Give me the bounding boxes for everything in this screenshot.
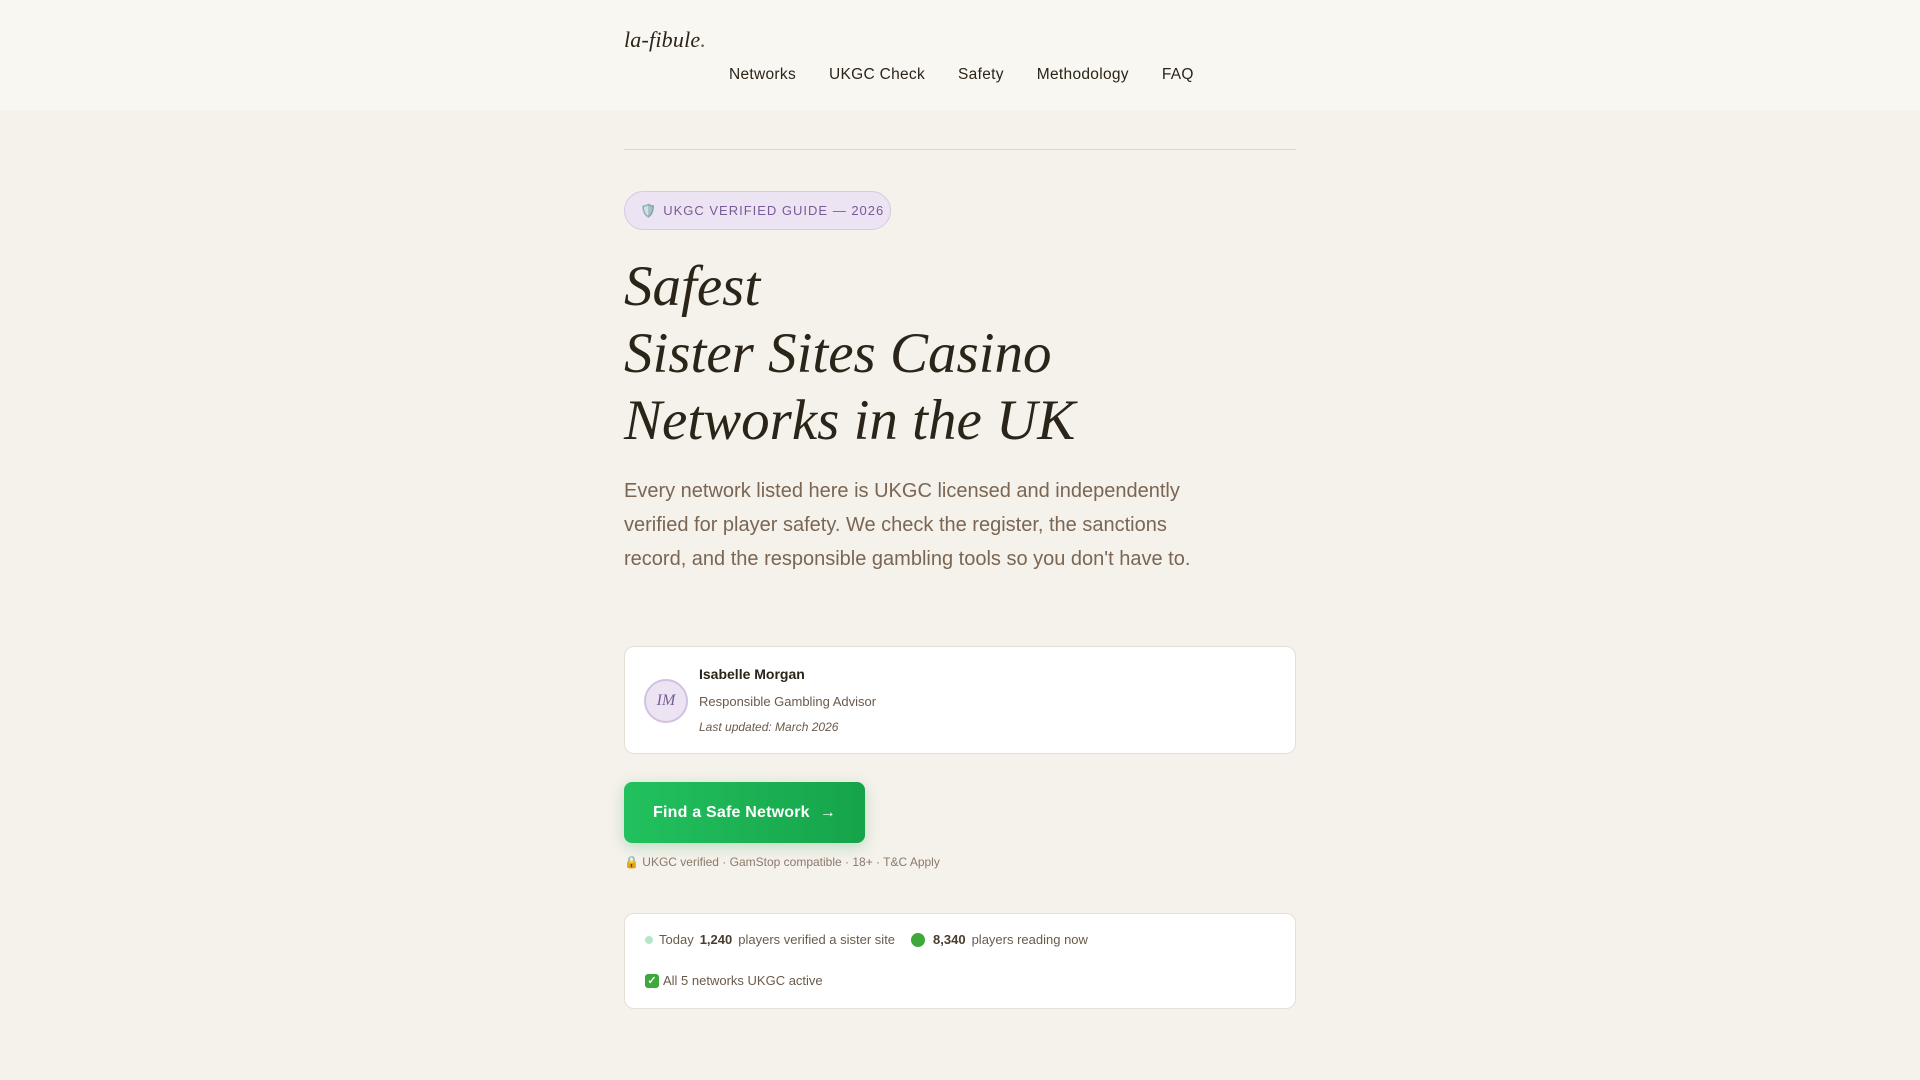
nav-link-safety[interactable]: Safety <box>958 66 1004 84</box>
verified-text: players verified a sister site <box>738 932 896 947</box>
site-header: la-fibule. Networks UKGC Check Safety Me… <box>0 0 1920 110</box>
find-safe-network-button[interactable]: Find a Safe Network → <box>624 782 865 843</box>
hero-lead-paragraph: Every network listed here is UKGC licens… <box>624 480 1191 570</box>
author-card: IM Isabelle Morgan Responsible Gambling … <box>624 646 1296 754</box>
main-nav: Networks UKGC Check Safety Methodology F… <box>729 66 1227 84</box>
author-role: Responsible Gambling Advisor <box>699 694 877 709</box>
pulse-dot-icon <box>645 935 653 944</box>
green-circle-icon <box>911 932 926 947</box>
nav-link-methodology[interactable]: Methodology <box>1037 66 1129 84</box>
stats-row-activity: Today 1,240 players verified a sister si… <box>645 932 1088 947</box>
nav-link-networks[interactable]: Networks <box>729 66 796 84</box>
cta-disclaimer: 🔒 UKGC verified · GamStop compatible · 1… <box>624 855 940 869</box>
badge-label: UKGC VERIFIED GUIDE — 2026 <box>663 203 885 218</box>
logo-dot: . <box>700 27 707 52</box>
last-updated: Last updated: March 2026 <box>699 720 839 734</box>
reading-text: players reading now <box>971 932 1088 947</box>
networks-status: All 5 networks UKGC active <box>663 973 823 988</box>
today-label: Today <box>659 932 694 947</box>
title-line-3: Networks in the UK <box>624 389 1076 452</box>
arrow-right-icon: → <box>819 803 836 821</box>
verified-count: 1,240 <box>699 932 733 947</box>
site-logo[interactable]: la-fibule. <box>624 27 706 53</box>
shield-icon: 🛡️ <box>640 202 658 218</box>
nav-link-faq[interactable]: FAQ <box>1162 66 1194 84</box>
cta-label: Find a Safe Network <box>653 803 810 821</box>
title-line-1: Safest <box>624 255 761 318</box>
title-line-2: Sister Sites Casino <box>624 322 1052 385</box>
check-mark-icon: ✓ <box>645 973 659 988</box>
verified-guide-badge: 🛡️ UKGC VERIFIED GUIDE — 2026 <box>624 191 891 230</box>
avatar: IM <box>644 679 688 723</box>
nav-link-ukgc-check[interactable]: UKGC Check <box>829 66 925 84</box>
author-name: Isabelle Morgan <box>699 666 805 682</box>
page-title: Safest Sister Sites Casino Networks in t… <box>624 253 1075 454</box>
stats-row-networks: ✓ All 5 networks UKGC active <box>645 973 823 988</box>
live-stats-card: Today 1,240 players verified a sister si… <box>624 913 1296 1009</box>
reading-count: 8,340 <box>933 932 966 947</box>
logo-text: la-fibule <box>624 27 701 52</box>
section-divider <box>624 149 1296 150</box>
